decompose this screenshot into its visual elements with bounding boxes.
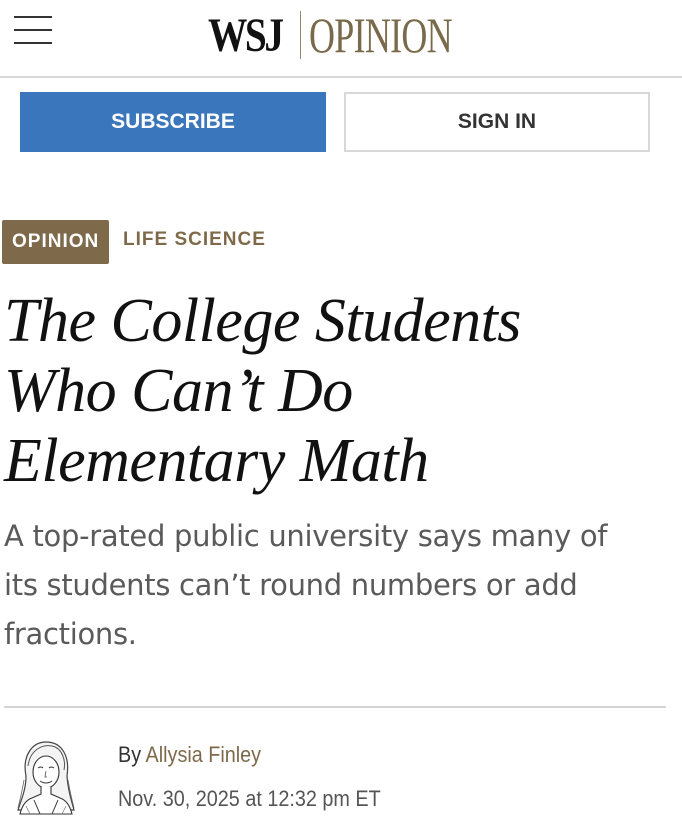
byline: By Allysia Finley (118, 742, 261, 768)
headline-line: Who Can’t Do (4, 357, 353, 425)
headline-line: The College Students (4, 287, 521, 355)
brand-logo[interactable]: WSJ OPINION (208, 6, 508, 64)
publish-date: Nov. 30, 2025 at 12:32 pm ET (118, 786, 381, 811)
top-header: WSJ OPINION (0, 0, 682, 78)
dek-line: A top-rated public university says many … (4, 519, 608, 553)
article-headline: The College Students Who Can’t Do Elemen… (4, 286, 674, 496)
author-avatar (17, 741, 75, 815)
wsj-logo: WSJ (208, 8, 284, 62)
subscribe-button[interactable]: SUBSCRIBE (20, 92, 326, 152)
hamburger-menu-icon[interactable] (14, 16, 52, 46)
sign-in-button[interactable]: SIGN IN (344, 92, 650, 152)
dek-line: its students can’t round numbers or add (4, 568, 578, 602)
dek-line: fractions. (4, 617, 137, 651)
byline-prefix: By (118, 742, 142, 767)
article-dek: A top-rated public university says many … (4, 512, 670, 659)
opinion-section-logo: OPINION (309, 7, 453, 63)
author-link[interactable]: Allysia Finley (146, 742, 262, 767)
section-link-life-science[interactable]: LIFE SCIENCE (123, 229, 266, 251)
opinion-tag: OPINION (2, 220, 110, 264)
divider (4, 706, 666, 708)
headline-line: Elementary Math (4, 427, 429, 495)
logo-divider (300, 11, 301, 59)
